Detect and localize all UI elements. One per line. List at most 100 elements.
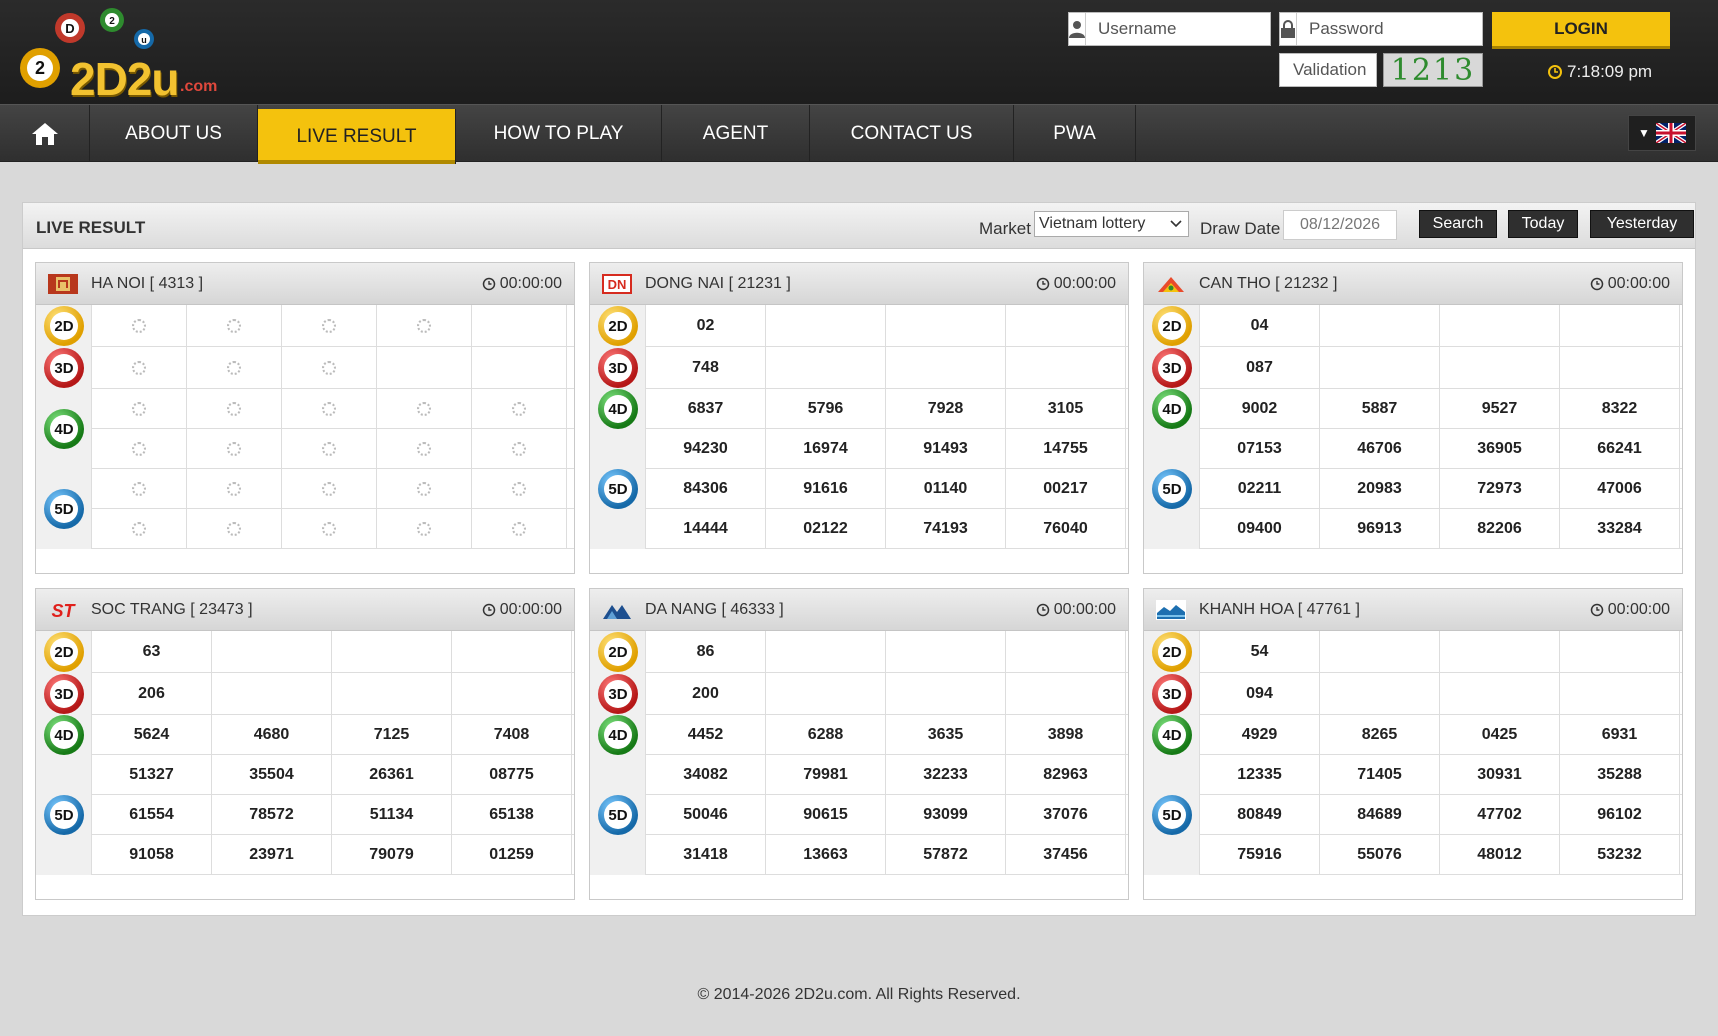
today-button[interactable]: Today <box>1508 210 1578 238</box>
prize-tag-label: 3D <box>1162 359 1182 377</box>
loading-spinner-icon <box>322 482 336 496</box>
result-cell <box>766 631 886 673</box>
result-cell: 3105 <box>1006 389 1126 429</box>
prize-tag-label: 5D <box>608 480 628 498</box>
market-countdown: 00:00:00 <box>1036 275 1116 293</box>
result-cell <box>886 305 1006 347</box>
result-cell: 80849 <box>1200 795 1320 835</box>
result-cell: 86 <box>646 631 766 673</box>
loading-spinner-icon <box>322 442 336 456</box>
result-cell: 90615 <box>766 795 886 835</box>
result-cell: 7125 <box>332 715 452 755</box>
prize-tag-cell: 4D <box>36 389 92 469</box>
result-cell: 8322 <box>1560 389 1680 429</box>
result-cell: 02211 <box>1200 469 1320 509</box>
market-label: Market <box>979 219 1031 238</box>
validation-field-wrap <box>1279 53 1514 87</box>
result-cell: 96913 <box>1320 509 1440 549</box>
clock: 7:18:09 pm <box>1548 62 1652 82</box>
nav-live-result[interactable]: LIVE RESULT <box>258 109 456 164</box>
prize-2d-ball-icon: 2D <box>598 306 638 346</box>
prize-tag-cell: 2D <box>36 631 92 673</box>
market-select[interactable]: Vietnam lottery <box>1034 211 1189 237</box>
loading-cell <box>282 429 377 469</box>
prize-tag-label: 4D <box>608 400 628 418</box>
result-cell: 00217 <box>1006 469 1126 509</box>
loading-cell <box>472 429 567 469</box>
loading-spinner-icon <box>512 402 526 416</box>
result-cell <box>1440 631 1560 673</box>
result-cell: 02122 <box>766 509 886 549</box>
loading-cell <box>282 469 377 509</box>
result-cell <box>212 631 332 673</box>
prize-tag-label: 4D <box>54 420 74 438</box>
result-cell: 6288 <box>766 715 886 755</box>
search-button[interactable]: Search <box>1419 210 1497 238</box>
result-cell: 47006 <box>1560 469 1680 509</box>
captcha-image[interactable]: 1213 <box>1383 53 1483 88</box>
loading-cell <box>187 429 282 469</box>
market-logo-icon: ST <box>48 600 78 621</box>
login-button[interactable]: LOGIN <box>1492 12 1670 46</box>
yesterday-button[interactable]: Yesterday <box>1590 210 1694 238</box>
market-card: HA NOI [ 4313 ] 00:00:00 2D 3D 4D 5D <box>35 262 575 574</box>
prize-tag-label: 2D <box>1162 643 1182 661</box>
result-cell <box>766 347 886 389</box>
result-cell: 748 <box>646 347 766 389</box>
site-logo[interactable]: D 2 u 2 2D2u .com <box>20 8 230 105</box>
nav-agent[interactable]: AGENT <box>662 105 810 162</box>
prize-tag-cell: 3D <box>1144 673 1200 715</box>
prize-tag-label: 5D <box>54 806 74 824</box>
result-cell: 5624 <box>92 715 212 755</box>
loading-cell <box>187 389 282 429</box>
nav-about-us[interactable]: ABOUT US <box>90 105 258 162</box>
market-countdown: 00:00:00 <box>482 275 562 293</box>
market-card: DA NANG [ 46333 ] 00:00:00 2D 3D 4D 5D 86 200 44… <box>589 588 1129 900</box>
result-cell <box>472 347 567 389</box>
result-cell: 65138 <box>452 795 572 835</box>
prize-tag-cell: 5D <box>590 429 646 549</box>
loading-cell <box>187 509 282 549</box>
chevron-down-icon <box>1170 220 1182 228</box>
loading-spinner-icon <box>227 522 241 536</box>
result-cell <box>1560 347 1680 389</box>
result-cell <box>1560 631 1680 673</box>
loading-cell <box>282 389 377 429</box>
loading-cell <box>472 469 567 509</box>
nav-pwa[interactable]: PWA <box>1014 105 1136 162</box>
loading-spinner-icon <box>512 522 526 536</box>
loading-spinner-icon <box>417 402 431 416</box>
home-icon <box>31 122 58 145</box>
loading-spinner-icon <box>417 319 431 333</box>
nav-home[interactable] <box>0 105 90 162</box>
result-cell: 9527 <box>1440 389 1560 429</box>
prize-tag-cell: 4D <box>1144 389 1200 429</box>
language-selector[interactable]: ▼ <box>1628 115 1696 151</box>
result-cell: 12335 <box>1200 755 1320 795</box>
prize-tag-cell: 4D <box>1144 715 1200 755</box>
result-cell: 63 <box>92 631 212 673</box>
prize-2d-ball-icon: 2D <box>44 306 84 346</box>
result-cell: 37076 <box>1006 795 1126 835</box>
loading-spinner-icon <box>512 442 526 456</box>
result-cell <box>766 673 886 715</box>
market-countdown-time: 00:00:00 <box>1607 275 1670 292</box>
result-cell: 55076 <box>1320 835 1440 875</box>
loading-cell <box>377 509 472 549</box>
market-card: ST SOC TRANG [ 23473 ] 00:00:00 2D 3D 4D 5D 63 2… <box>35 588 575 900</box>
nav-how-to-play[interactable]: HOW TO PLAY <box>456 105 662 162</box>
prize-tag-label: 3D <box>54 685 74 703</box>
loading-cell <box>472 389 567 429</box>
user-icon <box>1069 13 1086 45</box>
result-cell: 82963 <box>1006 755 1126 795</box>
draw-date-input[interactable]: 08/12/2026 <box>1283 210 1397 240</box>
result-cell: 47702 <box>1440 795 1560 835</box>
prize-tag-label: 3D <box>608 685 628 703</box>
svg-text:DN: DN <box>608 277 627 292</box>
nav-contact-us[interactable]: CONTACT US <box>810 105 1014 162</box>
loading-cell <box>92 469 187 509</box>
panel-toolbar: LIVE RESULT Market Vietnam lottery Draw … <box>23 203 1695 249</box>
prize-2d-ball-icon: 2D <box>44 632 84 672</box>
prize-3d-ball-icon: 3D <box>44 674 84 714</box>
loading-spinner-icon <box>132 482 146 496</box>
